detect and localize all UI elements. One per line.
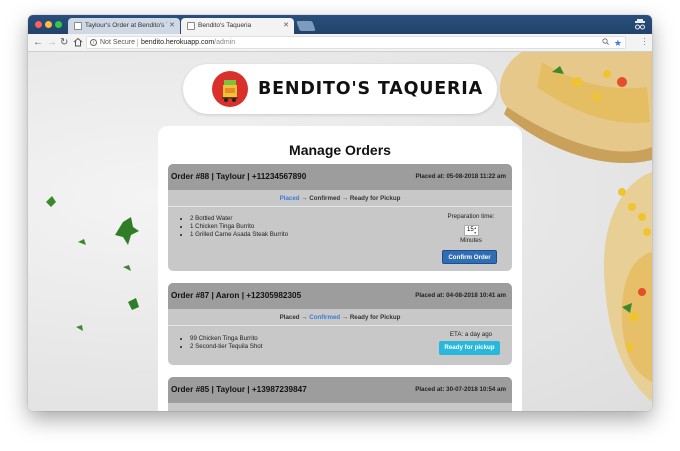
minimize-window-button[interactable] [45, 21, 52, 28]
tab-order-page[interactable]: Taylour's Order at Bendito's Taqueria ✕ [68, 18, 180, 34]
page-viewport: BENDITO'S TAQUERIA Manage Orders Order #… [28, 52, 652, 411]
reload-icon[interactable]: ↻ [60, 37, 68, 48]
order-divider [168, 325, 512, 326]
status-arrow: → [301, 195, 308, 202]
status-arrow: → [301, 314, 308, 321]
status-step-ready: Ready for Pickup [349, 195, 401, 202]
prep-time-input[interactable]: 15 ▲ ▼ [464, 225, 479, 236]
order-header: Order #88 | Taylour | +11234567890 Place… [168, 164, 512, 190]
order-status-track: Placed → Confirmed → Ready for Pickup [168, 313, 512, 322]
orders-panel: Manage Orders Order #88 | Taylour | +112… [158, 126, 522, 411]
taco-cart-icon [222, 80, 238, 102]
brand-logo-banner: BENDITO'S TAQUERIA [183, 64, 497, 114]
address-divider [137, 39, 138, 47]
bookmark-star-icon[interactable]: ★ [614, 37, 622, 49]
order-card: Order #85 | Taylour | +13987239847 Place… [168, 377, 512, 411]
maximize-window-button[interactable] [55, 21, 62, 28]
order-header: Order #85 | Taylour | +13987239847 Place… [168, 377, 512, 403]
order-status-track: Placed → Confirmed → Ready for Pickup [168, 194, 512, 203]
order-placed-time: Placed at: 05-08-2018 11:22 am [415, 173, 506, 180]
order-title: Order #88 | Taylour | +11234567890 [171, 172, 307, 181]
zoom-icon[interactable] [602, 38, 609, 45]
order-item: 1 Chicken Tinga Burrito [190, 223, 288, 231]
status-arrow: → [341, 314, 349, 321]
url-text: bendito.herokuapp.com/admin [141, 37, 235, 49]
page-title: Manage Orders [289, 142, 391, 158]
security-label: Not Secure [100, 39, 136, 46]
tab-title: Taylour's Order at Bendito's Taqueria [85, 22, 167, 29]
ready-for-pickup-button[interactable]: Ready for pickup [439, 341, 500, 355]
browser-menu-icon[interactable]: · · · [643, 35, 646, 49]
prep-time-label: Preparation time: [447, 213, 495, 220]
tab-title: Bendito's Taqueria [198, 22, 252, 29]
order-item: 1 Grilled Carne Asada Steak Burrito [190, 231, 288, 239]
forward-arrow-icon[interactable]: → [47, 37, 57, 48]
brand-name: BENDITO'S TAQUERIA [258, 79, 483, 99]
prep-time-unit: Minutes [460, 237, 482, 244]
order-card: Order #87 | Aaron | +12305982305 Placed … [168, 283, 512, 365]
spinner-arrows-icon[interactable]: ▲ ▼ [474, 226, 477, 235]
order-divider [168, 206, 512, 207]
order-item: 2 Second-tier Tequila Shot [190, 343, 262, 351]
status-step-confirmed: Confirmed [309, 195, 341, 202]
status-step-ready: Ready for Pickup [349, 314, 401, 321]
status-step-confirmed: Confirmed [309, 314, 341, 321]
close-tab-icon[interactable]: ✕ [283, 18, 289, 34]
incognito-icon [635, 19, 645, 30]
order-header: Order #87 | Aaron | +12305982305 Placed … [168, 283, 512, 309]
order-items-list: 99 Chicken Tinga Burrito 2 Second-tier T… [181, 335, 262, 351]
order-item: 2 Bottled Water [190, 215, 288, 223]
brand-logo-icon [212, 71, 248, 107]
browser-window: Taylour's Order at Bendito's Taqueria ✕ … [28, 15, 652, 411]
order-title: Order #87 | Aaron | +12305982305 [171, 291, 302, 300]
page-favicon-icon [74, 22, 82, 30]
status-step-placed: Placed [279, 195, 300, 202]
order-title: Order #85 | Taylour | +13987239847 [171, 385, 307, 394]
page-favicon-icon [187, 22, 195, 30]
order-items-list: 2 Bottled Water 1 Chicken Tinga Burrito … [181, 215, 288, 239]
confirm-order-button[interactable]: Confirm Order [442, 250, 497, 264]
cilantro-leaves [46, 196, 139, 331]
order-card: Order #88 | Taylour | +11234567890 Place… [168, 164, 512, 271]
status-step-placed: Placed [279, 314, 300, 321]
tab-bar: Taylour's Order at Bendito's Taqueria ✕ … [28, 15, 652, 34]
url-path: /admin [214, 39, 236, 46]
close-window-button[interactable] [35, 21, 42, 28]
order-placed-time: Placed at: 30-07-2018 10:54 am [415, 386, 506, 393]
order-placed-time: Placed at: 04-08-2018 10:41 am [415, 292, 506, 299]
eta-text: ETA: a day ago [449, 331, 493, 338]
url-host: bendito.herokuapp.com [141, 39, 215, 46]
info-icon[interactable]: i [90, 39, 97, 46]
address-bar[interactable]: i Not Secure bendito.herokuapp.com/admin… [86, 36, 626, 49]
tab-admin-page[interactable]: Bendito's Taqueria ✕ [181, 18, 294, 34]
home-icon[interactable] [73, 37, 83, 47]
browser-toolbar: ← → ↻ i Not Secure bendito.herokuapp.com… [28, 34, 652, 52]
back-arrow-icon[interactable]: ← [33, 37, 43, 48]
new-tab-button[interactable] [296, 21, 316, 31]
close-tab-icon[interactable]: ✕ [169, 18, 175, 34]
status-arrow: → [341, 195, 349, 202]
order-item: 99 Chicken Tinga Burrito [190, 335, 262, 343]
